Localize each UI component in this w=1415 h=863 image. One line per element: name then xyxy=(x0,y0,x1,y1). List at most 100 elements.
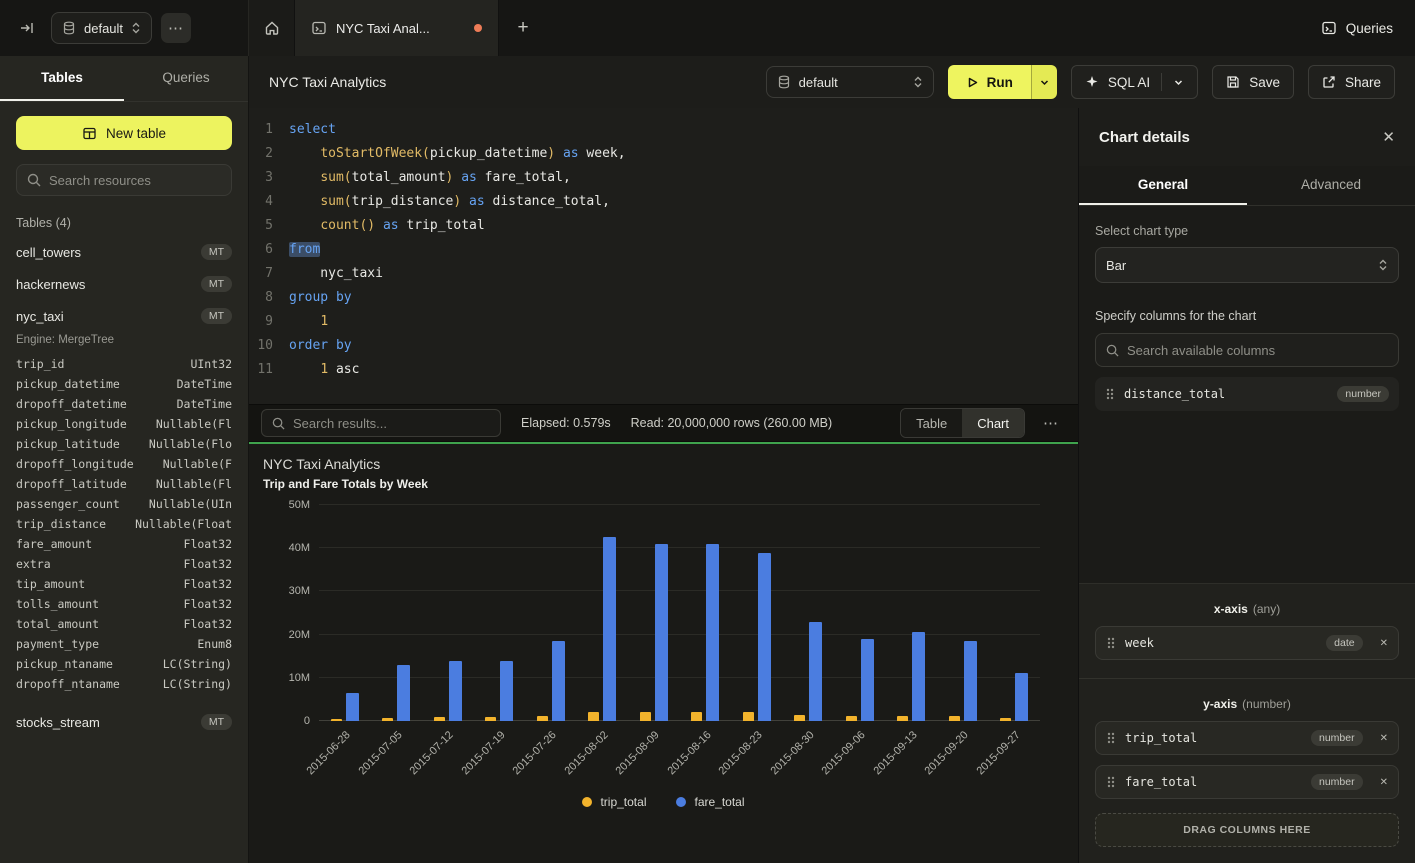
share-button[interactable]: Share xyxy=(1308,65,1395,99)
bar-fare_total[interactable] xyxy=(706,544,719,721)
toggle-chart[interactable]: Chart xyxy=(962,409,1024,437)
column-row: trip_distanceNullable(Float xyxy=(0,514,248,534)
editor-line[interactable]: 9 1 xyxy=(249,310,1078,334)
resource-search-input[interactable] xyxy=(49,173,221,188)
column-chip-distance_total[interactable]: distance_totalnumber xyxy=(1095,377,1399,411)
editor-line[interactable]: 11 1 asc xyxy=(249,358,1078,382)
bar-fare_total[interactable] xyxy=(912,632,925,721)
editor-line[interactable]: 4 sum(trip_distance) as distance_total, xyxy=(249,190,1078,214)
editor-line[interactable]: 10order by xyxy=(249,334,1078,358)
query-tab[interactable]: NYC Taxi Anal... xyxy=(295,0,499,56)
table-row[interactable]: stocks_streamMT xyxy=(0,706,248,738)
columns-search[interactable] xyxy=(1095,333,1399,367)
bar-fare_total[interactable] xyxy=(758,553,771,721)
table-row[interactable]: cell_towersMT xyxy=(0,236,248,268)
bar-fare_total[interactable] xyxy=(449,661,462,721)
y-axis-items: trip_totalnumber✕ fare_totalnumber✕ xyxy=(1095,721,1399,799)
legend-item-fare_total[interactable]: fare_total xyxy=(676,795,744,809)
editor-line[interactable]: 8group by xyxy=(249,286,1078,310)
bar-fare_total[interactable] xyxy=(552,641,565,721)
columns-search-input[interactable] xyxy=(1127,343,1388,358)
column-name: dropoff_datetime xyxy=(16,397,127,411)
results-search[interactable] xyxy=(261,409,501,437)
bar-trip_total[interactable] xyxy=(691,712,702,721)
column-type: Float32 xyxy=(184,537,232,551)
bar-fare_total[interactable] xyxy=(655,544,668,721)
code-text: toStartOfWeek(pickup_datetime) as week, xyxy=(289,142,626,166)
editor-line[interactable]: 3 sum(total_amount) as fare_total, xyxy=(249,166,1078,190)
database-selector[interactable]: default xyxy=(51,12,152,44)
remove-icon[interactable]: ✕ xyxy=(1380,638,1388,649)
bar-fare_total[interactable] xyxy=(500,661,513,721)
save-button[interactable]: Save xyxy=(1212,65,1294,99)
results-more-button[interactable]: ⋯ xyxy=(1035,414,1066,432)
editor-line[interactable]: 7 nyc_taxi xyxy=(249,262,1078,286)
editor-line[interactable]: 6from xyxy=(249,238,1078,262)
bar-fare_total[interactable] xyxy=(397,665,410,721)
editor-line[interactable]: 1select xyxy=(249,118,1078,142)
run-options-button[interactable] xyxy=(1031,65,1057,99)
line-number: 1 xyxy=(249,118,289,142)
collapse-sidebar-button[interactable] xyxy=(12,13,42,43)
column-chip-week[interactable]: weekdate✕ xyxy=(1095,626,1399,660)
remove-icon[interactable]: ✕ xyxy=(1380,777,1388,788)
table-row[interactable]: nyc_taxiMT xyxy=(0,300,248,332)
chart-type-selector[interactable]: Bar xyxy=(1095,247,1399,283)
column-chip-trip_total[interactable]: trip_totalnumber✕ xyxy=(1095,721,1399,755)
editor-line[interactable]: 2 toStartOfWeek(pickup_datetime) as week… xyxy=(249,142,1078,166)
bar-fare_total[interactable] xyxy=(861,639,874,721)
sql-editor[interactable]: 1select2 toStartOfWeek(pickup_datetime) … xyxy=(249,108,1078,404)
results-search-input[interactable] xyxy=(293,416,490,431)
editor-line[interactable]: 5 count() as trip_total xyxy=(249,214,1078,238)
drop-zone[interactable]: DRAG COLUMNS HERE xyxy=(1095,813,1399,847)
engine-badge: MT xyxy=(201,276,232,292)
drag-handle-icon[interactable] xyxy=(1106,636,1116,650)
topbar-left: default ⋯ xyxy=(0,0,249,56)
panel-tab-advanced[interactable]: Advanced xyxy=(1247,166,1415,205)
read-stat: Read: 20,000,000 rows (260.00 MB) xyxy=(631,416,833,430)
bar-fare_total[interactable] xyxy=(603,537,616,721)
queries-icon xyxy=(1321,20,1337,36)
collapse-sidebar-icon xyxy=(19,20,35,36)
column-name: pickup_latitude xyxy=(16,437,120,451)
column-row: pickup_ntanameLC(String) xyxy=(0,654,248,674)
drag-handle-icon[interactable] xyxy=(1105,387,1115,401)
sql-ai-button[interactable]: SQL AI xyxy=(1071,65,1198,99)
bar-trip_total[interactable] xyxy=(743,712,754,721)
sidebar-tab-queries[interactable]: Queries xyxy=(124,56,248,101)
bar-group xyxy=(680,505,732,721)
bar-trip_total[interactable] xyxy=(588,712,599,722)
legend-item-trip_total[interactable]: trip_total xyxy=(582,795,646,809)
new-table-button[interactable]: New table xyxy=(16,116,232,150)
remove-icon[interactable]: ✕ xyxy=(1380,733,1388,744)
chevron-updown-icon xyxy=(131,21,141,35)
line-number: 3 xyxy=(249,166,289,190)
bar-fare_total[interactable] xyxy=(346,693,359,721)
bar-fare_total[interactable] xyxy=(964,641,977,721)
sidebar-tab-tables[interactable]: Tables xyxy=(0,56,124,101)
column-chip-fare_total[interactable]: fare_totalnumber✕ xyxy=(1095,765,1399,799)
drag-handle-icon[interactable] xyxy=(1106,775,1116,789)
new-tab-button[interactable]: + xyxy=(499,0,547,56)
run-button[interactable]: Run xyxy=(948,65,1031,99)
drag-handle-icon[interactable] xyxy=(1106,731,1116,745)
code-text: 1 asc xyxy=(289,358,359,382)
bar-group xyxy=(371,505,423,721)
column-type: LC(String) xyxy=(163,677,232,691)
toggle-table[interactable]: Table xyxy=(901,409,962,437)
chevron-updown-icon xyxy=(913,75,923,89)
available-columns: distance_totalnumber xyxy=(1095,377,1399,411)
home-tab[interactable] xyxy=(249,0,295,56)
close-icon[interactable]: ✕ xyxy=(1382,128,1395,146)
bar-fare_total[interactable] xyxy=(809,622,822,721)
bar-trip_total[interactable] xyxy=(640,712,651,721)
bar-fare_total[interactable] xyxy=(1015,673,1028,721)
queries-button[interactable]: Queries xyxy=(1321,20,1393,36)
column-name: tolls_amount xyxy=(16,597,99,611)
more-options-button[interactable]: ⋯ xyxy=(161,13,191,43)
resource-search[interactable] xyxy=(16,164,232,196)
header-database-selector[interactable]: default xyxy=(766,66,934,98)
table-row[interactable]: hackernewsMT xyxy=(0,268,248,300)
panel-tab-general[interactable]: General xyxy=(1079,166,1247,205)
bar-group xyxy=(783,505,835,721)
